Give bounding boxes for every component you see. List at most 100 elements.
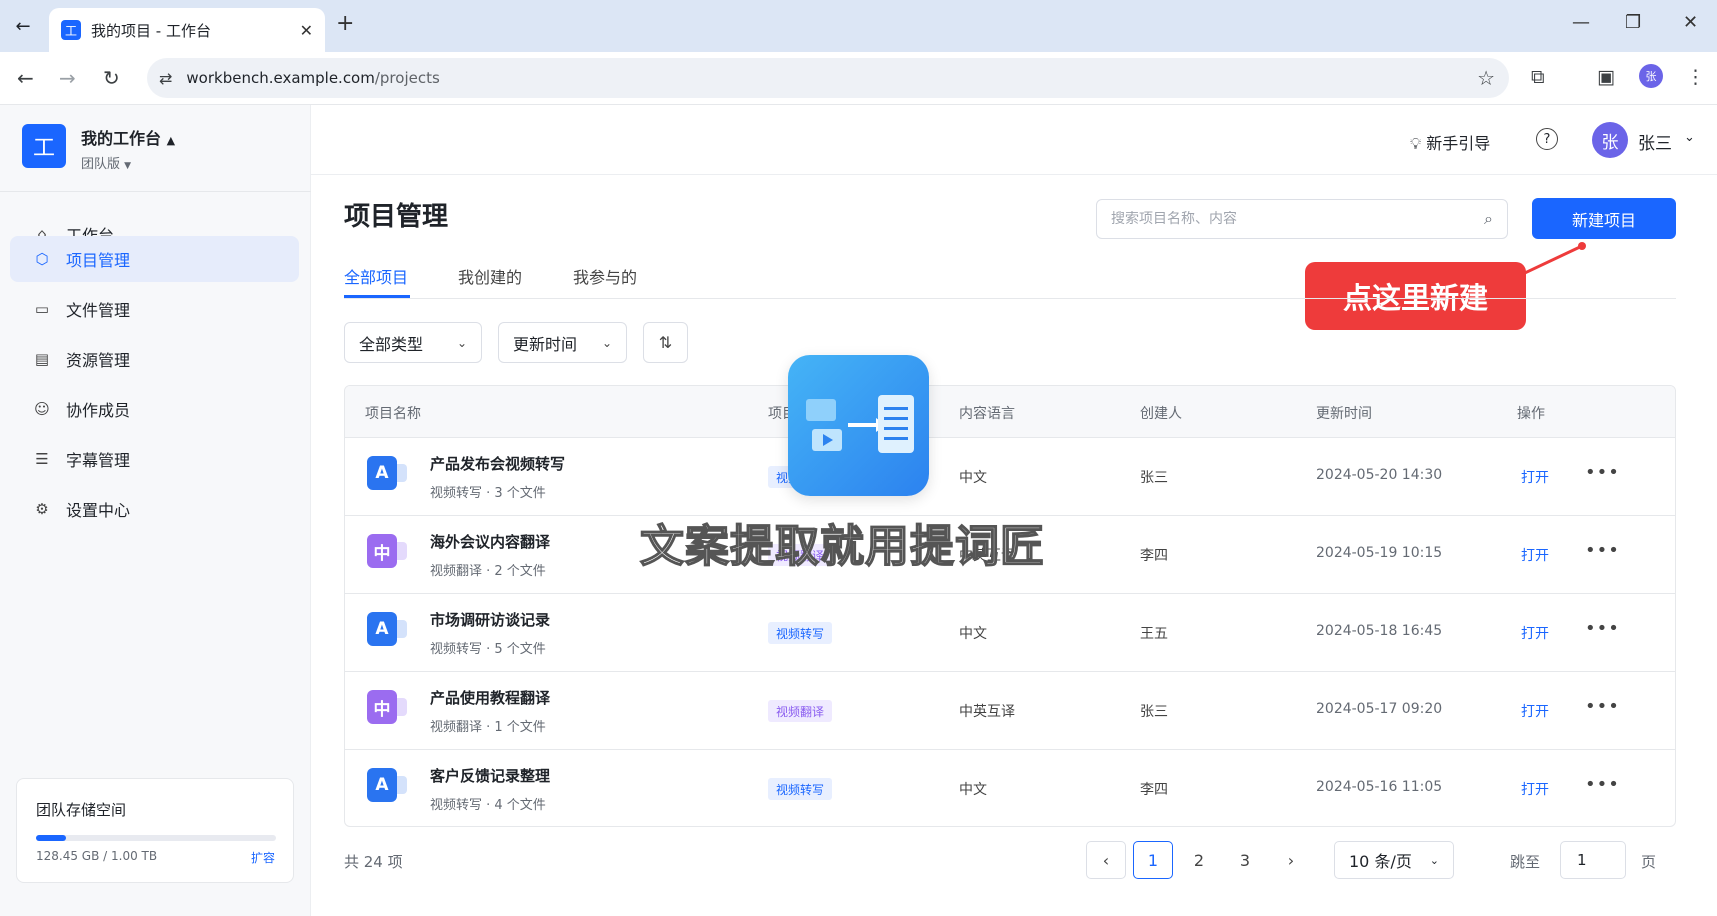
new-tab-icon[interactable]: + [336,11,354,36]
sidebar-item-projects[interactable]: ⬡ 项目管理 [10,236,299,282]
sort-field-select[interactable]: 更新时间 ⌄ [498,322,627,363]
window-close-icon[interactable]: ✕ [1683,12,1698,33]
project-name[interactable]: 海外会议内容翻译 [430,531,550,552]
jump-page-input[interactable]: 1 [1560,841,1626,879]
open-link[interactable]: 打开 [1521,623,1549,643]
extensions-icon[interactable]: ⧉ [1531,66,1545,88]
type-badge: 视频翻译 [768,700,833,722]
type-badge: 视频转写 [768,778,833,800]
workspace-edition[interactable]: 团队版 ▼ [81,153,131,172]
col-header-owner: 创建人 [1140,406,1182,422]
storage-usage: 128.45 GB / 1.00 TB [36,849,158,863]
user-avatar[interactable]: 张 [1592,122,1628,158]
tab-back-icon[interactable]: ← [8,11,38,41]
tab-favicon: 工 [61,20,81,40]
more-icon[interactable]: ••• [1585,774,1620,795]
page-size-select[interactable]: 10 条/页 ⌄ [1334,841,1454,879]
project-type-icon: 中 [367,690,407,724]
prev-page-icon[interactable]: ‹ [1086,841,1126,879]
sidebar-item-files[interactable]: ▭ 文件管理 [10,286,299,332]
page-button-3[interactable]: 3 [1225,841,1265,879]
guide-link[interactable]: 💡︎ 新手引导 [1410,130,1490,154]
project-type-icon: 中 [367,534,407,568]
owner-cell: 张三 [1140,704,1168,720]
language-cell: 中文 [959,470,987,486]
sidebar-item-settings[interactable]: ⚙ 设置中心 [10,486,299,532]
open-link[interactable]: 打开 [1521,545,1549,565]
storage-card: 团队存储空间 128.45 GB / 1.00 TB 扩容 [16,778,294,883]
expand-storage-link[interactable]: 扩容 [251,849,275,866]
resource-icon: ▤ [34,350,50,368]
site-settings-icon[interactable]: ⇄ [159,69,172,88]
more-icon[interactable]: ••• [1585,618,1620,639]
col-header-name: 项目名称 [365,406,421,422]
back-icon[interactable]: ← [17,66,34,90]
updated-cell: 2024-05-19 10:15 [1316,545,1443,561]
type-badge: 视频转写 [768,622,833,644]
project-name[interactable]: 产品发布会视频转写 [430,453,565,474]
search-box[interactable]: ⌕ [1096,199,1508,239]
owner-cell: 张三 [1140,470,1168,486]
sort-order-button[interactable]: ⇅ [643,322,688,363]
page-button-1[interactable]: 1 [1133,841,1173,879]
language-cell: 中英互译 [959,704,1015,720]
table-row[interactable]: A 产品发布会视频转写 视频转写 · 3 个文件 视频转写 中文 张三 2024… [345,438,1675,516]
user-name[interactable]: 张三 [1638,129,1672,154]
chevron-down-icon[interactable]: ⌄ [1684,130,1695,145]
workspace-switcher[interactable]: 我的工作台 ▲ [81,125,175,149]
more-icon[interactable]: ••• [1585,462,1620,483]
table-header: 项目名称 项目类型 内容语言 创建人 更新时间 操作 [345,386,1675,438]
more-icon[interactable]: ••• [1585,696,1620,717]
sidebar-item-members[interactable]: ☺ 协作成员 [10,386,299,432]
lightbulb-icon: 💡︎ [1410,134,1422,153]
open-link[interactable]: 打开 [1521,779,1549,799]
project-name[interactable]: 市场调研访谈记录 [430,609,550,630]
tab-all-projects[interactable]: 全部项目 [344,264,408,288]
storage-progress [36,835,276,841]
browser-tab[interactable]: 工 我的项目 - 工作台 ✕ [49,8,325,52]
table-row[interactable]: A 市场调研访谈记录 视频转写 · 5 个文件 视频转写 中文 王五 2024-… [345,594,1675,672]
project-meta: 视频翻译 · 2 个文件 [430,564,546,579]
url-text[interactable]: workbench.example.com/projects [186,69,439,87]
table-row[interactable]: A 客户反馈记录整理 视频转写 · 4 个文件 视频转写 中文 李四 2024-… [345,750,1675,826]
watermark-logo-icon [788,355,929,496]
main-header [311,105,1717,175]
cube-icon: ⬡ [35,250,49,268]
reload-icon[interactable]: ↻ [103,66,120,90]
tab-close-icon[interactable]: ✕ [300,21,313,40]
project-name[interactable]: 客户反馈记录整理 [430,765,550,786]
tab-created-by-me[interactable]: 我创建的 [458,264,522,288]
total-count: 共 24 项 [344,853,403,871]
forward-icon[interactable]: → [59,66,76,90]
sidebar-item-subtitles[interactable]: ☰ 字幕管理 [10,436,299,482]
restore-icon[interactable]: ❐ [1625,12,1641,33]
side-panel-icon[interactable]: ▣ [1597,66,1615,88]
type-filter-select[interactable]: 全部类型 ⌄ [344,322,482,363]
profile-avatar[interactable]: 张 [1639,64,1663,88]
new-project-button[interactable]: 新建项目 [1532,198,1676,239]
omnibox[interactable]: ⇄ workbench.example.com/projects ☆ [147,58,1509,98]
project-name[interactable]: 产品使用教程翻译 [430,687,550,708]
watermark-text: 文案提取就用提词匠 [639,520,1045,573]
more-icon[interactable]: ••• [1585,540,1620,561]
tab-title: 我的项目 - 工作台 [91,21,211,40]
project-tabs: 全部项目 我创建的 我参与的 [344,264,1676,299]
open-link[interactable]: 打开 [1521,467,1549,487]
storage-title: 团队存储空间 [36,801,127,819]
open-link[interactable]: 打开 [1521,701,1549,721]
address-bar-row: ← → ↻ ⇄ workbench.example.com/projects ☆… [0,52,1717,105]
project-meta: 视频转写 · 5 个文件 [430,642,546,657]
bookmark-star-icon[interactable]: ☆ [1477,66,1495,90]
sidebar-item-resources[interactable]: ▤ 资源管理 [10,336,299,382]
search-input[interactable] [1111,211,1471,227]
tab-participating[interactable]: 我参与的 [573,264,637,288]
minimize-icon[interactable]: — [1572,12,1590,33]
page-button-2[interactable]: 2 [1179,841,1219,879]
search-icon[interactable]: ⌕ [1484,209,1493,229]
language-cell: 中文 [959,782,987,798]
next-page-icon[interactable]: › [1271,841,1311,879]
help-icon[interactable]: ? [1536,128,1558,150]
table-row[interactable]: 中 产品使用教程翻译 视频翻译 · 1 个文件 视频翻译 中英互译 张三 202… [345,672,1675,750]
project-meta: 视频转写 · 4 个文件 [430,798,546,813]
browser-menu-icon[interactable]: ⋮ [1686,66,1705,88]
